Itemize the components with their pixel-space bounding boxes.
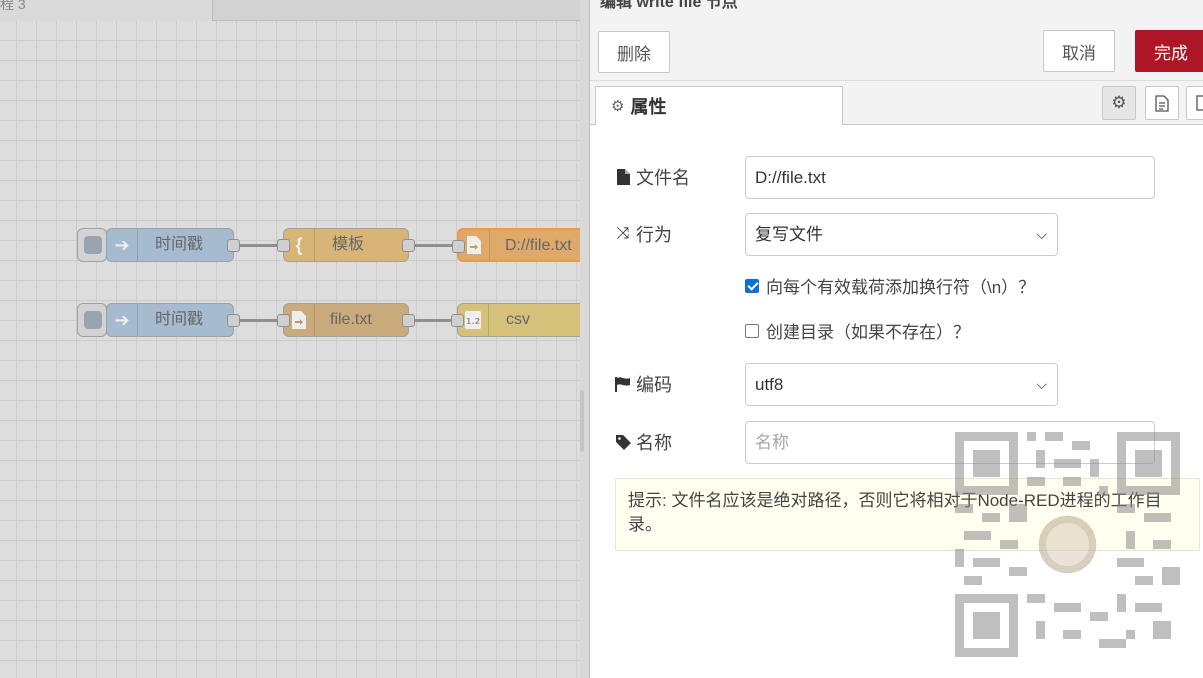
node-label: D://file.txt — [505, 237, 572, 254]
flow-node-file-write[interactable]: D://file.txt — [452, 228, 580, 262]
document-icon — [1155, 94, 1169, 112]
appearance-tab-icon[interactable] — [1186, 86, 1203, 120]
gear-icon: ⚙ — [611, 98, 625, 115]
wire[interactable] — [408, 244, 458, 247]
node-label: file.txt — [330, 311, 372, 328]
arrow-right-icon: ➔ — [107, 304, 138, 336]
output-port[interactable] — [402, 314, 415, 327]
editor-toolbar: 删除 取消 完成 — [590, 22, 1203, 81]
workspace-tab[interactable]: 程 3 — [0, 0, 213, 21]
flag-icon — [615, 376, 631, 392]
flow-node-file-read[interactable]: file.txt — [277, 303, 415, 337]
flow-node-inject[interactable]: ➔ 时间戳 — [106, 228, 240, 262]
name-label: 名称 — [636, 433, 672, 453]
workspace-tab-label: 程 3 — [0, 0, 26, 12]
settings-tab-icon[interactable]: ⚙ — [1102, 86, 1136, 120]
flow-workspace[interactable]: 程 3 ➔ 时间戳 { 模板 D://file.txt ➔ 时间戳 file.t… — [0, 0, 580, 678]
append-newline-checkbox[interactable] — [745, 278, 759, 293]
chevron-down-icon: ⌵ — [1036, 376, 1047, 392]
input-port[interactable] — [452, 240, 465, 253]
encoding-select-value: utf8 — [755, 375, 784, 394]
create-dir-label: 创建目录（如果不存在）？ — [766, 323, 970, 342]
layout-icon — [1196, 95, 1203, 111]
description-tab-icon[interactable] — [1145, 86, 1179, 120]
inject-trigger-button[interactable] — [77, 228, 107, 262]
delete-button[interactable]: 删除 — [598, 31, 670, 73]
tab-properties-label: 属性 — [630, 97, 667, 117]
filename-row-label: 文件名 — [615, 164, 690, 190]
encoding-select[interactable]: utf8 ⌵ — [745, 363, 1058, 406]
name-row-label: 名称 — [615, 429, 672, 455]
encoding-row-label: 编码 — [615, 371, 672, 397]
flow-node-template[interactable]: { 模板 — [277, 228, 415, 262]
filename-input[interactable] — [745, 156, 1155, 199]
inject-button-square — [84, 236, 102, 254]
file-icon — [615, 169, 631, 185]
action-label: 行为 — [636, 225, 672, 245]
inject-button-square — [84, 311, 102, 329]
inject-trigger-button[interactable] — [77, 303, 107, 337]
input-port[interactable] — [277, 239, 290, 252]
tab-properties[interactable]: ⚙ 属性 — [595, 86, 843, 125]
qr-code-watermark — [955, 432, 1180, 657]
input-port[interactable] — [451, 314, 464, 327]
action-select-value: 复写文件 — [755, 225, 823, 244]
panel-splitter-handle[interactable] — [580, 390, 584, 452]
done-button[interactable]: 完成 — [1135, 30, 1203, 72]
shuffle-icon: ⤨ — [616, 225, 630, 242]
gear-icon: ⚙ — [1111, 93, 1127, 112]
flow-node-csv[interactable]: 1.2 csv — [451, 303, 580, 337]
node-label: 时间戳 — [155, 311, 204, 328]
input-port[interactable] — [277, 314, 290, 327]
arrow-right-icon: ➔ — [107, 229, 138, 261]
append-newline-label: 向每个有效载荷添加换行符（\n）？ — [766, 278, 1036, 297]
cancel-button[interactable]: 取消 — [1043, 30, 1115, 72]
output-port[interactable] — [402, 239, 415, 252]
create-dir-row[interactable]: 创建目录（如果不存在）？ — [745, 318, 970, 343]
action-row-label: ⤨ 行为 — [615, 221, 672, 247]
node-label: 模板 — [332, 236, 365, 253]
action-select[interactable]: 复写文件 ⌵ — [745, 213, 1058, 256]
editor-title: 编辑 write file 节点 — [600, 0, 738, 11]
node-label: 时间戳 — [155, 236, 204, 253]
tag-icon — [615, 434, 631, 450]
svg-text:1.2: 1.2 — [466, 317, 480, 326]
node-label: csv — [506, 311, 530, 328]
workspace-tab-bar: 程 3 — [0, 0, 580, 21]
output-port[interactable] — [227, 239, 240, 252]
output-port[interactable] — [227, 314, 240, 327]
chevron-down-icon: ⌵ — [1036, 226, 1047, 242]
encoding-label: 编码 — [636, 375, 672, 395]
create-dir-checkbox[interactable] — [745, 323, 759, 338]
filename-label: 文件名 — [636, 168, 690, 188]
editor-title-bar: 编辑 write file 节点 — [590, 0, 1203, 23]
flow-node-inject[interactable]: ➔ 时间戳 — [106, 303, 240, 337]
editor-tab-strip: ⚙ 属性 ⚙ — [590, 81, 1203, 125]
append-newline-row[interactable]: 向每个有效载荷添加换行符（\n）？ — [745, 273, 1035, 298]
